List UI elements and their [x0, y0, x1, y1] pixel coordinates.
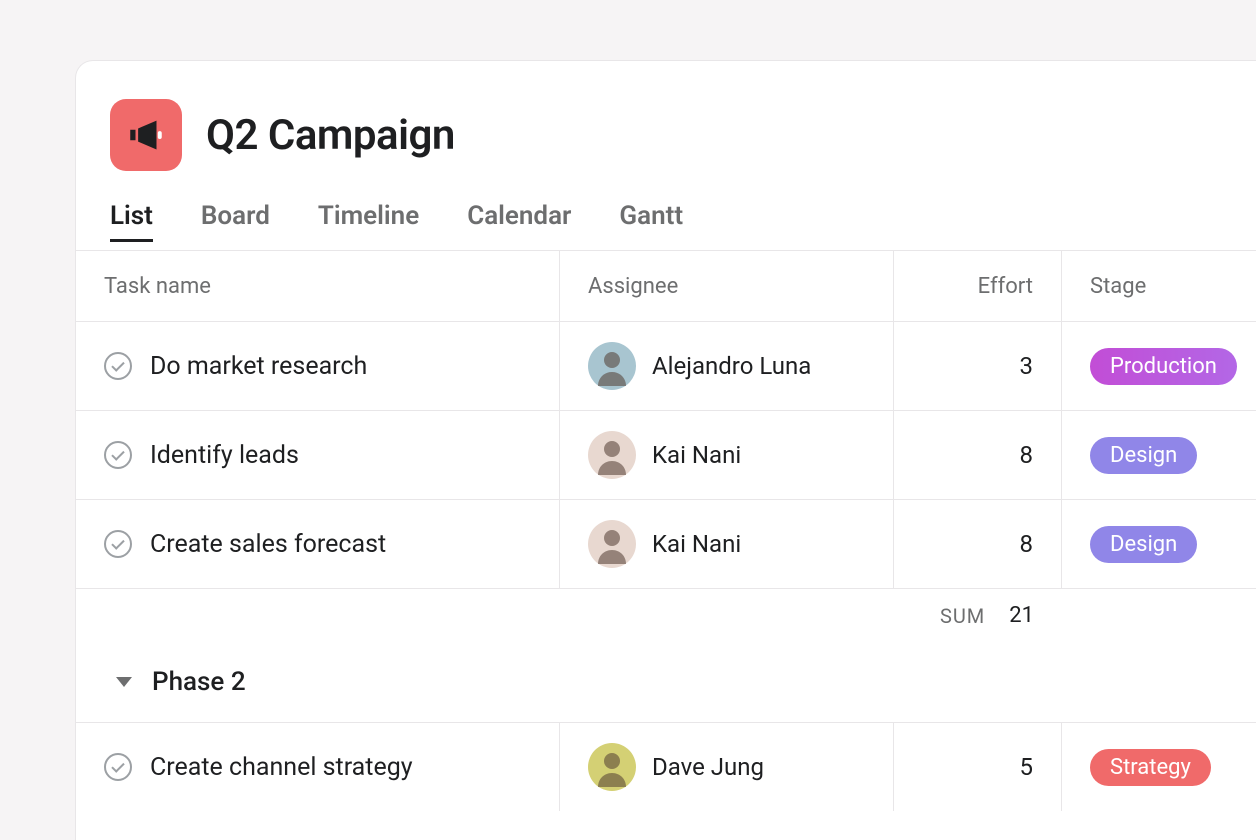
- stage-cell[interactable]: Strategy: [1062, 723, 1256, 811]
- stage-badge: Design: [1090, 437, 1197, 474]
- column-header-stage-label: Stage: [1090, 274, 1146, 299]
- project-window: Q2 Campaign List Board Timeline Calendar…: [75, 60, 1256, 840]
- effort-cell[interactable]: 3: [894, 322, 1062, 410]
- task-name: Create sales forecast: [150, 530, 386, 559]
- task-cell[interactable]: Create channel strategy: [76, 723, 560, 811]
- task-name: Create channel strategy: [150, 753, 413, 782]
- project-header: Q2 Campaign: [76, 99, 1256, 171]
- column-header-task[interactable]: Task name: [76, 251, 560, 321]
- megaphone-icon: [125, 114, 167, 156]
- assignee-cell[interactable]: Alejandro Luna: [560, 322, 894, 410]
- person-icon: [588, 743, 636, 791]
- section-header[interactable]: Phase 2: [76, 642, 1256, 722]
- tab-list[interactable]: List: [110, 201, 153, 242]
- column-header-effort[interactable]: Effort: [894, 251, 1062, 321]
- stage-badge: Production: [1090, 348, 1237, 385]
- complete-check-icon[interactable]: [104, 441, 132, 469]
- task-row[interactable]: Identify leads Kai Nani 8 Design: [76, 410, 1256, 499]
- project-icon: [110, 99, 182, 171]
- assignee-name: Kai Nani: [652, 441, 741, 469]
- person-icon: [588, 431, 636, 479]
- complete-check-icon[interactable]: [104, 753, 132, 781]
- tab-calendar[interactable]: Calendar: [467, 201, 571, 242]
- sum-row: SUM 21: [76, 588, 1256, 642]
- tab-gantt[interactable]: Gantt: [619, 201, 683, 242]
- effort-value: 5: [1020, 753, 1034, 781]
- assignee-cell[interactable]: Kai Nani: [560, 411, 894, 499]
- avatar: [588, 743, 636, 791]
- sum-label: SUM: [940, 604, 985, 628]
- task-cell[interactable]: Identify leads: [76, 411, 560, 499]
- task-cell[interactable]: Create sales forecast: [76, 500, 560, 588]
- tab-timeline[interactable]: Timeline: [318, 201, 419, 242]
- task-name: Identify leads: [150, 441, 299, 470]
- task-row[interactable]: Create channel strategy Dave Jung 5 Strateg…: [76, 722, 1256, 811]
- stage-cell[interactable]: Design: [1062, 411, 1256, 499]
- section-name: Phase 2: [152, 667, 246, 697]
- complete-check-icon[interactable]: [104, 530, 132, 558]
- sum-value: 21: [1009, 603, 1034, 628]
- column-header-stage[interactable]: Stage: [1062, 251, 1256, 321]
- assignee-cell[interactable]: Dave Jung: [560, 723, 894, 811]
- assignee-name: Kai Nani: [652, 530, 741, 558]
- person-icon: [588, 342, 636, 390]
- avatar: [588, 431, 636, 479]
- avatar: [588, 520, 636, 568]
- effort-value: 8: [1020, 441, 1034, 469]
- person-icon: [588, 520, 636, 568]
- tasks-container: Do market research Alejandro Luna 3 Product…: [76, 321, 1256, 588]
- stage-badge: Strategy: [1090, 749, 1211, 786]
- tasks2-container: Create channel strategy Dave Jung 5 Strateg…: [76, 722, 1256, 811]
- avatar: [588, 342, 636, 390]
- task-cell[interactable]: Do market research: [76, 322, 560, 410]
- stage-cell[interactable]: Design: [1062, 500, 1256, 588]
- column-header-assignee-label: Assignee: [588, 274, 678, 299]
- effort-cell[interactable]: 8: [894, 500, 1062, 588]
- column-header-task-label: Task name: [104, 274, 211, 299]
- view-tabs: List Board Timeline Calendar Gantt: [76, 201, 1256, 242]
- task-row[interactable]: Create sales forecast Kai Nani 8 Design: [76, 499, 1256, 588]
- task-name: Do market research: [150, 352, 367, 381]
- column-header-effort-label: Effort: [978, 274, 1033, 299]
- caret-down-icon: [116, 677, 132, 687]
- stage-cell[interactable]: Production: [1062, 322, 1256, 410]
- assignee-name: Alejandro Luna: [652, 352, 811, 380]
- assignee-cell[interactable]: Kai Nani: [560, 500, 894, 588]
- project-title: Q2 Campaign: [206, 111, 455, 160]
- tab-board[interactable]: Board: [201, 201, 270, 242]
- effort-cell[interactable]: 8: [894, 411, 1062, 499]
- task-row[interactable]: Do market research Alejandro Luna 3 Product…: [76, 321, 1256, 410]
- effort-value: 8: [1020, 530, 1034, 558]
- assignee-name: Dave Jung: [652, 753, 764, 781]
- complete-check-icon[interactable]: [104, 352, 132, 380]
- stage-badge: Design: [1090, 526, 1197, 563]
- effort-value: 3: [1020, 352, 1034, 380]
- column-header-row: Task name Assignee Effort Stage: [76, 250, 1256, 321]
- column-header-assignee[interactable]: Assignee: [560, 251, 894, 321]
- effort-cell[interactable]: 5: [894, 723, 1062, 811]
